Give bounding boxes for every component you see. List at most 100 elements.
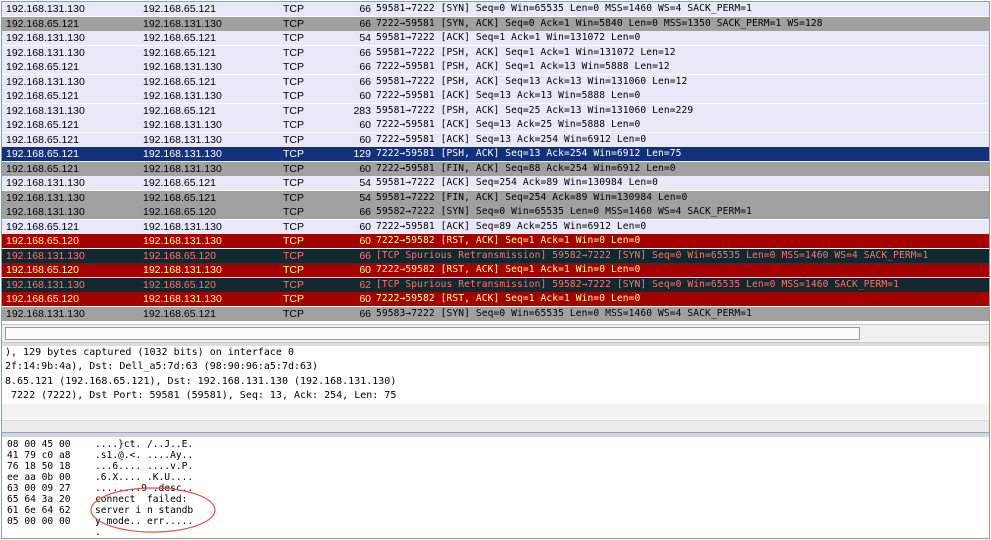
detail-frame-line[interactable]: ), 129 bytes captured (1032 bits) on int… bbox=[5, 346, 294, 360]
packet-length-cell: 60 bbox=[359, 235, 371, 247]
packet-length-cell: 60 bbox=[359, 220, 371, 233]
packet-protocol-cell: TCP bbox=[283, 46, 304, 59]
packet-info-cell: 59581→7222 [ACK] Seq=1 Ack=1 Win=131072 … bbox=[376, 32, 641, 43]
packet-row[interactable]: 192.168.65.121 192.168.131.130 TCP 66 7222→5… bbox=[2, 60, 989, 74]
packet-row[interactable]: 192.168.131.130 192.168.65.121 TCP 66 59581→… bbox=[2, 2, 989, 16]
packet-row[interactable]: 192.168.131.130 192.168.65.120 TCP 66 59582→… bbox=[2, 205, 989, 219]
ascii-line: .6.X.... .K.U.... bbox=[95, 472, 194, 483]
packet-row[interactable]: 192.168.65.120 192.168.131.130 TCP 60 7222→5… bbox=[2, 263, 989, 277]
packet-length-cell: 283 bbox=[353, 104, 371, 117]
error-highlight-circle bbox=[90, 487, 216, 533]
packet-protocol-cell: TCP bbox=[283, 249, 304, 262]
detail-tcp-line[interactable]: 7222 (7222), Dst Port: 59581 (59581), Se… bbox=[5, 389, 396, 403]
packet-info-cell: 7222→59581 [ACK] Seq=13 Ack=13 Win=5888 … bbox=[376, 90, 641, 101]
packet-info-cell: 7222→59581 [SYN, ACK] Seq=0 Ack=1 Win=58… bbox=[376, 17, 823, 29]
packet-length-cell: 60 bbox=[359, 119, 371, 131]
packet-protocol-cell: TCP bbox=[283, 206, 304, 218]
hex-line: 76 18 50 18 bbox=[7, 461, 71, 472]
packet-row[interactable]: 192.168.65.121 192.168.131.130 TCP 66 7222→5… bbox=[2, 16, 989, 31]
packet-info-cell: [TCP Spurious Retransmission] 59582→7222… bbox=[376, 278, 899, 290]
packet-length-cell: 54 bbox=[359, 32, 371, 44]
hex-line: 05 00 00 00 bbox=[7, 516, 71, 527]
packet-protocol-cell: TCP bbox=[283, 75, 304, 88]
packet-protocol-cell: TCP bbox=[283, 90, 304, 102]
packet-protocol-cell: TCP bbox=[283, 235, 304, 247]
packet-destination-cell: 192.168.131.130 bbox=[143, 162, 222, 175]
packet-source-cell: 192.168.65.120 bbox=[6, 235, 79, 247]
wireshark-window: 192.168.131.130 192.168.65.121 TCP 66 59581→… bbox=[1, 1, 990, 539]
packet-protocol-cell: TCP bbox=[283, 293, 304, 305]
packet-details-pane: ), 129 bytes captured (1032 bits) on int… bbox=[2, 346, 989, 433]
packet-source-cell: 192.168.65.121 bbox=[6, 61, 79, 73]
packet-length-cell: 66 bbox=[359, 249, 371, 262]
packet-length-cell: 66 bbox=[359, 3, 371, 15]
packet-info-cell: 7222→59582 [RST, ACK] Seq=1 Ack=1 Win=0 … bbox=[376, 264, 641, 275]
detail-ip-line[interactable]: 8.65.121 (192.168.65.121), Dst: 192.168.… bbox=[5, 375, 396, 389]
packet-protocol-cell: TCP bbox=[283, 177, 304, 189]
packet-destination-cell: 192.168.65.121 bbox=[143, 191, 216, 204]
packet-protocol-cell: TCP bbox=[283, 61, 304, 73]
packet-length-cell: 66 bbox=[359, 61, 371, 73]
packet-destination-cell: 192.168.131.130 bbox=[143, 220, 222, 233]
packet-protocol-cell: TCP bbox=[283, 191, 304, 204]
packet-row[interactable]: 192.168.65.121 192.168.131.130 TCP 60 7222→5… bbox=[2, 161, 989, 176]
packet-row[interactable]: 192.168.131.130 192.168.65.121 TCP 54 59581→… bbox=[2, 190, 989, 205]
packet-row[interactable]: 192.168.131.130 192.168.65.120 TCP 66 [TCP S… bbox=[2, 248, 989, 263]
packet-protocol-cell: TCP bbox=[283, 104, 304, 117]
packet-destination-cell: 192.168.131.130 bbox=[143, 17, 222, 30]
packet-protocol-cell: TCP bbox=[283, 220, 304, 233]
packet-destination-cell: 192.168.65.121 bbox=[143, 177, 216, 189]
packet-protocol-cell: TCP bbox=[283, 264, 304, 276]
packet-row[interactable]: 192.168.65.120 192.168.131.130 TCP 60 7222→5… bbox=[2, 234, 989, 248]
packet-info-cell: 59582→7222 [SYN] Seq=0 Win=65535 Len=0 M… bbox=[376, 206, 753, 217]
packet-row[interactable]: 192.168.65.121 192.168.131.130 TCP 60 7222→5… bbox=[2, 219, 989, 234]
packet-row[interactable]: 192.168.131.130 192.168.65.121 TCP 66 59583→… bbox=[2, 306, 989, 321]
packet-destination-cell: 192.168.131.130 bbox=[143, 61, 222, 73]
packet-source-cell: 192.168.131.130 bbox=[6, 191, 85, 204]
packet-destination-cell: 192.168.65.121 bbox=[143, 46, 216, 59]
packet-row[interactable]: 192.168.131.130 192.168.65.121 TCP 66 59581→… bbox=[2, 45, 989, 60]
packet-source-cell: 192.168.131.130 bbox=[6, 177, 85, 189]
packet-row[interactable]: 192.168.65.121 192.168.131.130 TCP 129 7222→… bbox=[2, 147, 989, 161]
packet-length-cell: 66 bbox=[359, 75, 371, 88]
packet-row[interactable]: 192.168.65.121 192.168.131.130 TCP 60 7222→5… bbox=[2, 132, 989, 147]
packet-list: 192.168.131.130 192.168.65.121 TCP 66 59581→… bbox=[2, 2, 989, 322]
packet-length-cell: 60 bbox=[359, 133, 371, 146]
packet-length-cell: 60 bbox=[359, 90, 371, 102]
hex-line: 65 64 3a 20 bbox=[7, 494, 71, 505]
packet-row[interactable]: 192.168.131.130 192.168.65.120 TCP 62 [TCP S… bbox=[2, 277, 989, 292]
packet-source-cell: 192.168.65.120 bbox=[6, 264, 79, 276]
packet-source-cell: 192.168.131.130 bbox=[6, 3, 85, 15]
packet-destination-cell: 192.168.131.130 bbox=[143, 264, 222, 276]
packet-row[interactable]: 192.168.65.120 192.168.131.130 TCP 60 7222→5… bbox=[2, 292, 989, 306]
packet-length-cell: 66 bbox=[359, 206, 371, 218]
packet-row[interactable]: 192.168.131.130 192.168.65.121 TCP 283 59581… bbox=[2, 103, 989, 118]
packet-source-cell: 192.168.131.130 bbox=[6, 46, 85, 59]
ascii-line: .s1.@.<. ....Ay.. bbox=[95, 450, 194, 461]
packet-row[interactable]: 192.168.65.121 192.168.131.130 TCP 60 7222→5… bbox=[2, 89, 989, 103]
scrollbar-thumb[interactable] bbox=[5, 327, 860, 340]
detail-ethernet-line[interactable]: 2f:14:9b:4a), Dst: Dell_a5:7d:63 (98:90:… bbox=[5, 360, 318, 374]
hex-line: 63 00 09 27 bbox=[7, 483, 71, 494]
packet-row[interactable]: 192.168.65.121 192.168.131.130 TCP 60 7222→5… bbox=[2, 118, 989, 132]
packet-row[interactable]: 192.168.131.130 192.168.65.121 TCP 54 59581→… bbox=[2, 31, 989, 45]
packet-row[interactable]: 192.168.131.130 192.168.65.121 TCP 66 59581→… bbox=[2, 74, 989, 89]
packet-source-cell: 192.168.65.120 bbox=[6, 293, 79, 305]
packet-protocol-cell: TCP bbox=[283, 148, 304, 160]
packet-source-cell: 192.168.65.121 bbox=[6, 119, 79, 131]
packet-list-scrollbar[interactable] bbox=[2, 324, 989, 343]
packet-info-cell: 59581→7222 [FIN, ACK] Seq=254 Ack=89 Win… bbox=[376, 191, 688, 203]
packet-source-cell: 192.168.131.130 bbox=[6, 206, 85, 218]
packet-source-cell: 192.168.65.121 bbox=[6, 148, 79, 160]
packet-destination-cell: 192.168.131.130 bbox=[143, 235, 222, 247]
packet-info-cell: 59581→7222 [PSH, ACK] Seq=1 Ack=1 Win=13… bbox=[376, 46, 676, 58]
packet-source-cell: 192.168.131.130 bbox=[6, 104, 85, 117]
packet-row[interactable]: 192.168.131.130 192.168.65.121 TCP 54 59581→… bbox=[2, 176, 989, 190]
hex-line: ee aa 0b 00 bbox=[7, 472, 71, 483]
packet-protocol-cell: TCP bbox=[283, 3, 304, 15]
packet-length-cell: 62 bbox=[359, 278, 371, 291]
packet-source-cell: 192.168.131.130 bbox=[6, 75, 85, 88]
hex-line: 08 00 45 00 bbox=[7, 439, 71, 450]
packet-destination-cell: 192.168.65.120 bbox=[143, 278, 216, 291]
details-empty-row bbox=[2, 404, 989, 419]
